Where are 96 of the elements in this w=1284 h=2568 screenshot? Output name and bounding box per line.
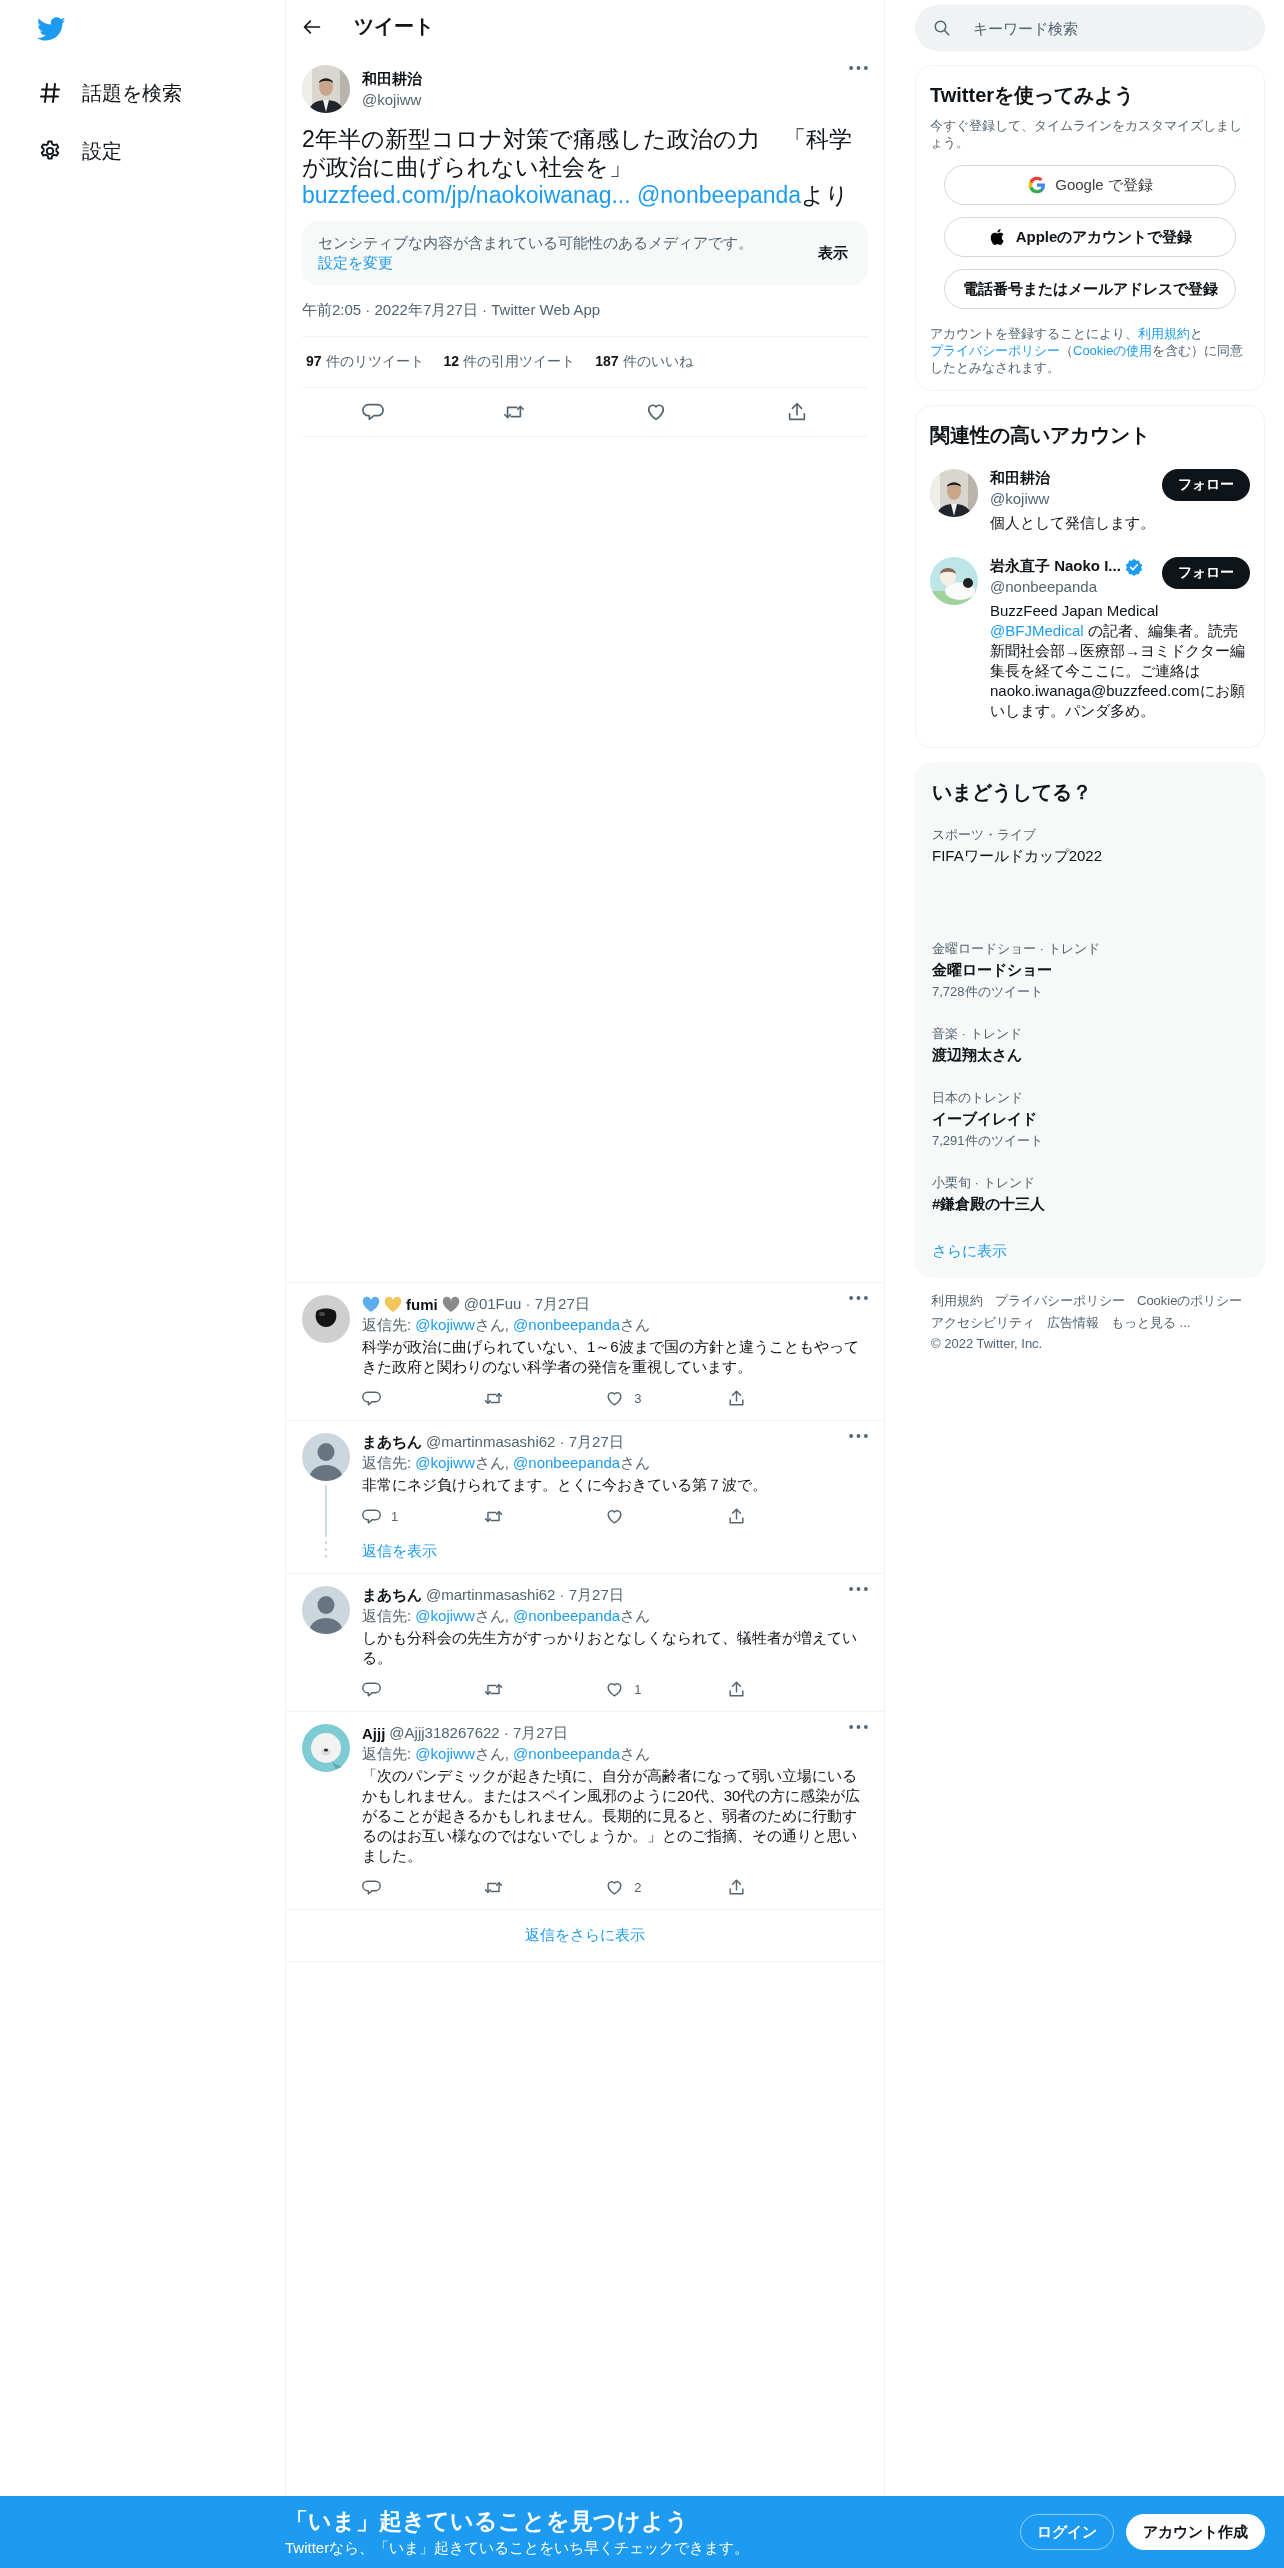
more-button[interactable] [849, 65, 868, 71]
signup-button[interactable]: Google で登録 [944, 165, 1236, 205]
reply-icon [362, 1389, 381, 1408]
nav-item[interactable]: 話題を検索 [34, 64, 285, 122]
tweet-meta: 午前2:05 · 2022年7月27日 · Twitter Web App [302, 301, 602, 320]
footer-link[interactable]: 広告情報 [1047, 1314, 1099, 1332]
signup-button[interactable]: Appleのアカウントで登録 [944, 217, 1236, 257]
author-name[interactable]: 和田耕治 [362, 70, 837, 89]
trend-count: 7,728件のツイート [932, 983, 1044, 1001]
copyright: © 2022 Twitter, Inc. [931, 1336, 1043, 1351]
trend-meta: 日本のトレンド [932, 1089, 1024, 1107]
reply-button[interactable] [361, 401, 384, 423]
reply-to-line: 返信先: @kojiwwさん, @nonbeepandaさん [362, 1454, 652, 1473]
footer-link[interactable]: プライバシーポリシー [995, 1292, 1125, 1310]
account-bio: 個人として発信します。 [990, 513, 1156, 533]
reply-icon [361, 401, 384, 423]
tweet-text: 2年半の新型コロナ対策で痛感した政治の力 「科学が政治に曲げられない社会を」 buzzfeed.com/jp/naokoiwanag... @nonbeepandaより [302, 125, 853, 209]
reply-author-name[interactable]: まあちん [362, 1433, 422, 1452]
default-avatar-icon [302, 1586, 350, 1634]
page-title: ツイート [354, 14, 434, 39]
reply-author-name[interactable]: まあちん [362, 1586, 422, 1605]
tweet-stat[interactable]: 12 件の引用ツイート [443, 353, 576, 371]
reply-text: 非常にネジ負けられてます。とくに今おきている第７波で。 [362, 1475, 768, 1495]
more-button[interactable] [849, 1724, 868, 1730]
hashtag-icon [38, 81, 62, 105]
account-handle: @kojiww [990, 490, 1051, 507]
handle-date: @martinmasashi62 · 7月27日 [426, 1586, 625, 1605]
trend-name[interactable]: 渡辺翔太さん [932, 1046, 1248, 1065]
signup-button[interactable]: アカウント作成 [1126, 2514, 1265, 2550]
like-button[interactable]: 2 [605, 1878, 666, 1897]
trend-name[interactable]: FIFAワールドカップ2022 [932, 847, 1248, 866]
handle-date: @01Fuu · 7月27日 [463, 1295, 591, 1314]
author-handle[interactable]: @kojiww [362, 91, 837, 108]
account-name[interactable]: 和田耕治 [990, 469, 1050, 488]
legal-text: アカウントを登録することにより、利用規約 と プライバシーポリシー（Cookieの使用を含む）に同意したとみなされます。 [930, 325, 1245, 376]
footer-link[interactable]: もっと見る ... [1111, 1314, 1191, 1332]
trend-meta: 金曜ロードショー · トレンド [932, 940, 1101, 958]
reply-button[interactable]: 1 [362, 1507, 422, 1526]
show-button[interactable]: 表示 [814, 239, 852, 267]
reply-text: しかも分科会の先生方がすっかりおとなしくなられて、犠牲者が増えている。 [362, 1628, 858, 1668]
google-icon [1027, 175, 1048, 195]
more-icon [849, 1295, 868, 1301]
reply-icon [362, 1680, 381, 1699]
footer-link[interactable]: 利用規約 [931, 1292, 983, 1310]
reply-to-line: 返信先: @kojiwwさん, @nonbeepandaさん [362, 1745, 652, 1764]
card-title: Twitterを使ってみよう [930, 83, 1136, 108]
footer-link[interactable]: アクセシビリティ [931, 1314, 1035, 1332]
more-button[interactable] [849, 1586, 868, 1592]
more-button[interactable] [849, 1295, 868, 1301]
card-subtitle: 今すぐ登録して、タイムラインをカスタマイズしましょう。 [930, 117, 1243, 151]
card-title: いまどうしてる？ [932, 780, 1093, 805]
signup-button[interactable]: 電話番号またはメールアドレスで登録 [944, 269, 1236, 309]
trend-name[interactable]: イーブイレイド [932, 1110, 1248, 1129]
trend-meta: スポーツ・ライブ [932, 826, 1037, 844]
reply-author-name[interactable]: fumi [406, 1296, 438, 1313]
search-icon [933, 19, 951, 37]
notice-text: センシティブな内容が含まれている可能性のあるメディアです。 設定を変更 [318, 233, 754, 273]
card-title: 関連性の高いアカウント [930, 423, 1151, 448]
share-icon [726, 1389, 746, 1408]
more-icon [849, 1433, 868, 1439]
like-button[interactable]: 1 [605, 1680, 666, 1699]
follow-button[interactable]: フォロー [1162, 557, 1250, 589]
reply-icon [362, 1878, 381, 1897]
account-handle: @nonbeepanda [990, 578, 1098, 595]
account-name[interactable]: 岩永直子 Naoko I... [990, 557, 1121, 576]
tweet-stat[interactable]: 187 件のいいね [595, 353, 693, 371]
tweet-stat[interactable]: 97 件のリツイート [306, 353, 424, 371]
handle-date: @martinmasashi62 · 7月27日 [426, 1433, 625, 1452]
more-icon [849, 65, 868, 71]
share-icon [726, 1878, 746, 1897]
trend-name[interactable]: #鎌倉殿の十三人 [932, 1195, 1248, 1214]
reply-text: 科学が政治に曲げられていない、1～6波まで国の方針と違うこともやってきた政府と関わりのない科学者の発信を重視しています。 [362, 1337, 860, 1377]
more-button[interactable] [849, 1433, 868, 1439]
trend-name[interactable]: 金曜ロードショー [932, 961, 1248, 980]
like-button[interactable]: 3 [605, 1389, 666, 1408]
footer-link[interactable]: Cookieのポリシー [1137, 1292, 1243, 1310]
banner-subtitle: Twitterなら、「いま」起きていることをいち早くチェックできます。 [285, 2539, 751, 2558]
reply-text: 「次のパンデミックが起きた頃に、自分が高齢者になって弱い立場にいるかもしれません。またはスペイン風邪のように20代、30代の方に感染が広がることが起きるかもしれません。長期的に見ると、弱者のために行動するのはお互い様なのではないでしょうか。」とのご指摘、その通りと思いました。 [362, 1766, 862, 1866]
trend-meta: 音楽 · トレンド [932, 1025, 1023, 1043]
nav-item[interactable]: 設定 [34, 122, 285, 180]
trend-count: 7,291件のツイート [932, 1132, 1044, 1150]
banner-title: 「いま」起きていることを見つけよう [285, 2507, 690, 2536]
search-field[interactable]: キーワード検索 [915, 5, 1265, 51]
more-icon [849, 1586, 868, 1592]
reply-to-line: 返信先: @kojiwwさん, @nonbeepandaさん [362, 1316, 652, 1335]
account-bio: BuzzFeed Japan Medical @BFJMedical の記者、編集者。読売新聞社会部→医療部→ヨミドクター編集長を経て今ここに。ご連絡はnaoko.iwanaga@buzzfeed.comにお願いします。パンダ多め。 [990, 601, 1246, 721]
share-icon [726, 1507, 746, 1526]
handle-date: @Ajjj318267622 · 7月27日 [389, 1724, 569, 1743]
share-icon [726, 1680, 746, 1699]
trend-meta: 小栗旬 · トレンド [932, 1174, 1036, 1192]
reply-icon [362, 1507, 381, 1526]
reply-to-line: 返信先: @kojiwwさん, @nonbeepandaさん [362, 1607, 652, 1626]
reply-author-name[interactable]: Ajjj [362, 1725, 386, 1742]
default-avatar-icon [302, 1433, 350, 1481]
follow-button[interactable]: フォロー [1162, 469, 1250, 501]
more-icon [849, 1724, 868, 1730]
